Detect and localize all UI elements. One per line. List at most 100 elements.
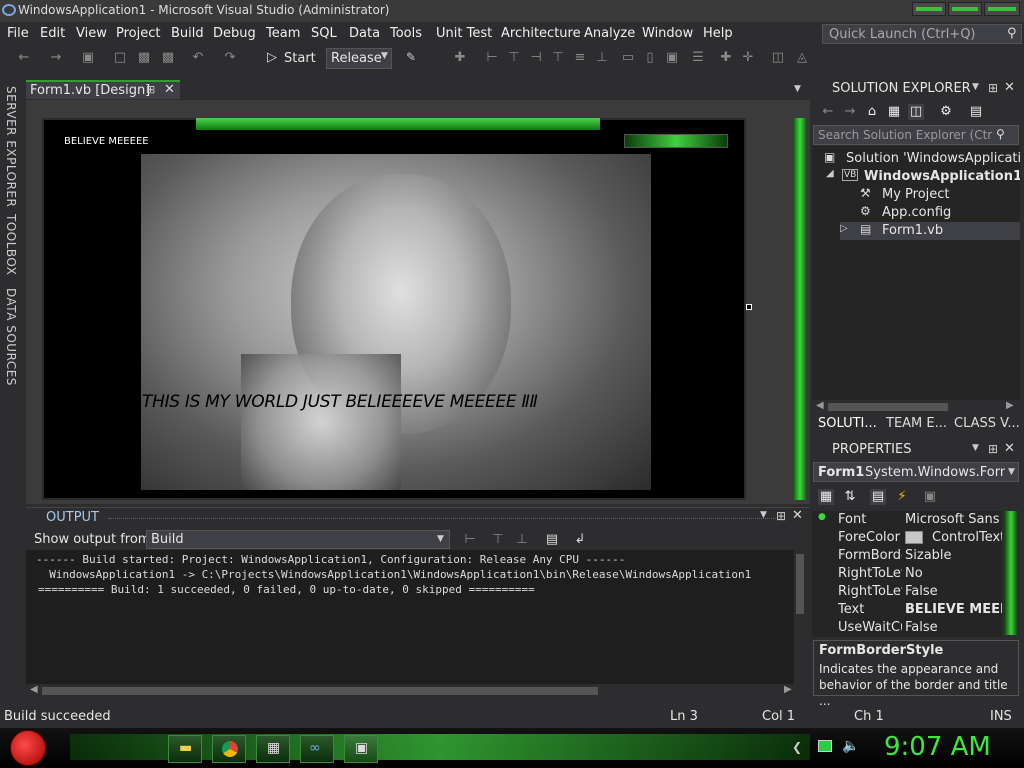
- taskbar-clock[interactable]: 9:07 AM: [884, 732, 991, 762]
- menu-build[interactable]: Build: [171, 26, 204, 41]
- find-icon[interactable]: ✎: [406, 50, 422, 66]
- save-icon[interactable]: ▩: [136, 50, 152, 66]
- back-icon[interactable]: ←: [16, 50, 32, 66]
- property-row[interactable]: RightToLeft False: [812, 583, 1002, 601]
- align-icon[interactable]: ✚: [452, 50, 468, 66]
- menu-window[interactable]: Window: [642, 26, 693, 41]
- close-icon[interactable]: ✕: [164, 82, 175, 97]
- property-grid-scrollbar[interactable]: [1004, 511, 1018, 635]
- property-row[interactable]: FormBorde Sizable: [812, 547, 1002, 565]
- output-horizontal-scrollbar[interactable]: ◀ ▶: [26, 684, 810, 698]
- designer-vertical-scrollbar[interactable]: [794, 118, 806, 500]
- tab-toolbox[interactable]: TOOLBOX: [4, 214, 18, 275]
- make-same-size-icon[interactable]: ▣: [664, 50, 680, 66]
- prev-message-icon[interactable]: ⊤: [490, 532, 506, 548]
- properties-wrench-icon[interactable]: ⚙: [938, 104, 954, 120]
- tab-overflow-icon[interactable]: ▼: [794, 84, 801, 94]
- pin-icon[interactable]: ⊞: [146, 83, 155, 96]
- view-icon[interactable]: ▤: [968, 104, 984, 120]
- menu-architecture[interactable]: Architecture: [501, 26, 581, 41]
- undo-icon[interactable]: ↶: [190, 50, 206, 66]
- dropdown-icon[interactable]: ▼: [972, 443, 979, 453]
- tab-solution-explorer[interactable]: SOLUTI...: [818, 416, 877, 431]
- dropdown-icon[interactable]: ▼: [760, 510, 767, 520]
- word-wrap-icon[interactable]: ↲: [572, 532, 588, 548]
- next-message-icon[interactable]: ⊥: [514, 532, 530, 548]
- solution-search-input[interactable]: Search Solution Explorer (Ctr ⚲: [813, 125, 1019, 145]
- back-icon[interactable]: ←: [820, 104, 836, 120]
- menu-analyze[interactable]: Analyze: [584, 26, 635, 41]
- expand-icon[interactable]: ●: [818, 512, 826, 522]
- forward-icon[interactable]: →: [48, 50, 64, 66]
- forward-icon[interactable]: →: [842, 104, 858, 120]
- make-same-height-icon[interactable]: ▯: [642, 50, 658, 66]
- form-label[interactable]: THIS IS MY WORLD JUST BELIEEEEVE MEEEEE …: [142, 392, 538, 412]
- center-vertical-icon[interactable]: ✛: [740, 50, 756, 66]
- align-left-icon[interactable]: ⊢: [484, 50, 500, 66]
- volume-icon[interactable]: 🔈: [842, 738, 859, 754]
- menu-help[interactable]: Help: [703, 26, 733, 41]
- menu-edit[interactable]: Edit: [40, 26, 65, 41]
- menu-data[interactable]: Data: [349, 26, 380, 41]
- taskbar-calculator-icon[interactable]: ▦: [256, 735, 290, 763]
- picture-box[interactable]: [141, 154, 651, 490]
- minimize-button[interactable]: [912, 2, 946, 16]
- tab-form1-design[interactable]: Form1.vb [Design] ⊞ ✕: [26, 80, 180, 99]
- spacing-icon[interactable]: ☰: [690, 50, 706, 66]
- close-icon[interactable]: ✕: [792, 508, 803, 523]
- align-center-icon[interactable]: ⊤: [506, 50, 522, 66]
- menu-project[interactable]: Project: [116, 26, 160, 41]
- find-message-icon[interactable]: ⊢: [462, 532, 478, 548]
- start-orb-icon[interactable]: [10, 730, 46, 766]
- menu-debug[interactable]: Debug: [213, 26, 256, 41]
- form-control-box[interactable]: [624, 134, 728, 148]
- show-all-files-icon[interactable]: ▦: [886, 104, 902, 120]
- output-text[interactable]: ------ Build started: Project: WindowsAp…: [26, 550, 806, 684]
- categorized-icon[interactable]: ▦: [818, 489, 834, 505]
- menu-unit-test[interactable]: Unit Test: [436, 26, 492, 41]
- taskbar-explorer-icon[interactable]: ▬: [168, 735, 202, 763]
- sync-icon[interactable]: ◫: [908, 104, 924, 120]
- taskbar-window-icon[interactable]: ▣: [344, 735, 378, 763]
- tab-data-sources[interactable]: DATA SOURCES: [4, 288, 18, 386]
- taskbar-visual-studio-icon[interactable]: ∞: [300, 735, 334, 763]
- property-row[interactable]: Text BELIEVE MEEEE: [812, 601, 1002, 619]
- tree-item-form1[interactable]: ▷ ▤ Form1.vb: [840, 222, 1020, 240]
- scroll-thumb[interactable]: [42, 687, 598, 695]
- redo-icon[interactable]: ↷: [222, 50, 238, 66]
- solution-horizontal-scrollbar[interactable]: ◀ ▶: [812, 400, 1020, 414]
- tray-arrow-icon[interactable]: ❮: [792, 740, 802, 754]
- properties-view-icon[interactable]: ▤: [870, 489, 886, 505]
- expand-icon[interactable]: ▷: [840, 223, 848, 234]
- clear-all-icon[interactable]: ▤: [544, 532, 560, 548]
- dropdown-icon[interactable]: ▼: [972, 82, 979, 92]
- maximize-button[interactable]: [948, 2, 982, 16]
- tree-item-project[interactable]: ◢ VB WindowsApplication1: [824, 168, 1020, 186]
- close-button[interactable]: [984, 2, 1020, 16]
- align-right-icon[interactable]: ⊣: [528, 50, 544, 66]
- menu-file[interactable]: File: [7, 26, 29, 41]
- property-row[interactable]: RightToLeft No: [812, 565, 1002, 583]
- close-icon[interactable]: ✕: [1004, 441, 1015, 456]
- close-icon[interactable]: ✕: [1004, 80, 1015, 95]
- taskbar-chrome-icon[interactable]: [212, 735, 246, 763]
- align-middle-icon[interactable]: ≡: [572, 50, 588, 66]
- property-row[interactable]: ForeColor ControlText: [812, 529, 1002, 547]
- new-project-icon[interactable]: ▣: [80, 50, 96, 66]
- menu-sql[interactable]: SQL: [311, 26, 337, 41]
- make-same-width-icon[interactable]: ▭: [620, 50, 636, 66]
- tab-team-explorer[interactable]: TEAM E...: [886, 416, 947, 431]
- send-back-icon[interactable]: ◬: [794, 50, 810, 66]
- start-icon[interactable]: ▷: [264, 50, 280, 66]
- property-row[interactable]: UseWaitCu False: [812, 619, 1002, 637]
- pin-icon[interactable]: ⊞: [988, 81, 998, 95]
- network-icon[interactable]: [818, 740, 832, 752]
- save-all-icon[interactable]: ▩: [160, 50, 176, 66]
- tab-class-view[interactable]: CLASS V...: [954, 416, 1020, 431]
- open-file-icon[interactable]: □: [112, 50, 128, 66]
- tab-server-explorer[interactable]: SERVER EXPLORER: [4, 86, 18, 207]
- pin-icon[interactable]: ⊞: [776, 509, 786, 523]
- configuration-dropdown[interactable]: Release ▼: [326, 48, 392, 69]
- bring-front-icon[interactable]: ◫: [770, 50, 786, 66]
- tree-item-solution[interactable]: ▣ Solution 'WindowsApplication: [824, 150, 1020, 168]
